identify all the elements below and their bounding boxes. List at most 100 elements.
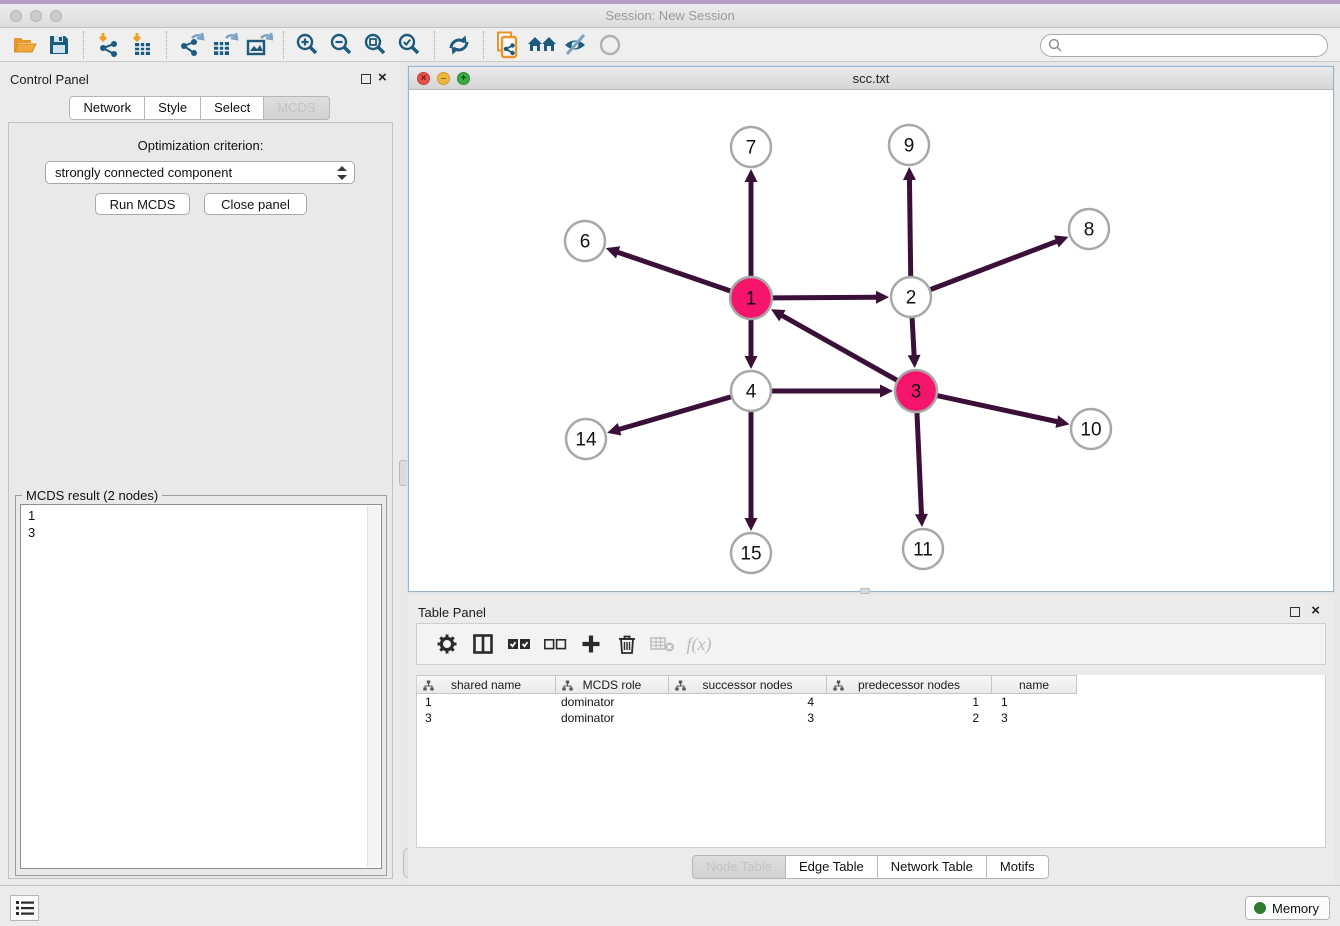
delete-column-icon <box>645 627 681 661</box>
apply-layout-icon[interactable] <box>442 30 476 60</box>
network-window-title: scc.txt <box>409 71 1333 86</box>
network-window-titlebar[interactable]: scc.txt <box>409 67 1333 90</box>
control-panel-title: Control Panel <box>10 72 89 87</box>
tab-network-table[interactable]: Network Table <box>877 855 987 879</box>
toolbar-separator <box>166 31 167 59</box>
clone-network-icon[interactable] <box>491 30 525 60</box>
table-panel-title: Table Panel <box>418 605 486 620</box>
column-header-shared-name[interactable]: shared name <box>417 675 556 694</box>
graph-edge-3-10[interactable] <box>937 396 1058 422</box>
tab-style[interactable]: Style <box>144 96 201 120</box>
graph-edge-1-6[interactable] <box>616 252 730 291</box>
panel-splitter-handle[interactable] <box>399 460 408 486</box>
mcds-result-group: MCDS result (2 nodes) 1 3 <box>15 495 387 876</box>
graph-node-label: 10 <box>1080 420 1101 441</box>
memory-button[interactable]: Memory <box>1245 896 1330 920</box>
column-type-icon <box>562 680 573 691</box>
graph-edge-2-3[interactable] <box>912 318 914 357</box>
search-box[interactable] <box>1040 34 1328 57</box>
control-panel-close-icon[interactable]: × <box>378 73 387 83</box>
column-header-predecessor-nodes[interactable]: predecessor nodes <box>827 675 992 694</box>
first-neighbors-icon[interactable] <box>525 30 559 60</box>
graph-node-label: 4 <box>746 382 757 403</box>
graph-edge-1-2[interactable] <box>773 297 878 298</box>
column-type-icon <box>423 680 434 691</box>
graph-edge-arrowhead <box>915 514 928 527</box>
graph-edge-arrowhead <box>903 167 916 180</box>
graph-node-label: 6 <box>580 232 591 253</box>
import-network-icon[interactable] <box>91 30 125 60</box>
task-history-button[interactable] <box>10 895 39 921</box>
mcds-tab-content: Optimization criterion: strongly connect… <box>8 122 393 879</box>
network-graph[interactable]: 7968124314101511 <box>409 90 1333 591</box>
mcds-result-title: MCDS result (2 nodes) <box>22 488 162 503</box>
run-mcds-button[interactable]: Run MCDS <box>95 193 190 215</box>
close-panel-button[interactable]: Close panel <box>204 193 307 215</box>
export-table-icon[interactable] <box>208 30 242 60</box>
zoom-fit-icon[interactable] <box>359 30 393 60</box>
column-type-icon <box>675 680 686 691</box>
tab-edge-table[interactable]: Edge Table <box>785 855 878 879</box>
result-line: 1 <box>28 507 381 524</box>
graph-edge-2-9[interactable] <box>909 178 910 276</box>
criterion-select[interactable]: strongly connected component <box>45 161 355 184</box>
graph-edge-arrowhead <box>606 246 620 258</box>
toolbar-separator <box>83 31 84 59</box>
function-builder-icon: f(x) <box>681 627 717 661</box>
graph-edge-3-1[interactable] <box>781 315 897 381</box>
graph-edge-4-14[interactable] <box>618 397 731 430</box>
add-row-icon[interactable] <box>573 627 609 661</box>
deselect-all-icon[interactable] <box>537 627 573 661</box>
graph-node-label: 15 <box>740 544 761 565</box>
select-all-icon[interactable] <box>501 627 537 661</box>
graph-node-label: 7 <box>746 138 757 159</box>
list-icon <box>16 901 34 915</box>
result-scrollbar[interactable] <box>367 506 380 867</box>
tab-select[interactable]: Select <box>200 96 264 120</box>
control-panel-float-icon[interactable] <box>361 74 371 84</box>
table-panel: Table Panel × <box>408 595 1334 885</box>
tab-mcds[interactable]: MCDS <box>263 96 329 120</box>
node-table: shared name MCDS role successor nodes pr… <box>416 675 1326 848</box>
show-all-icon <box>593 30 627 60</box>
zoom-in-icon[interactable] <box>291 30 325 60</box>
hide-selected-icon[interactable] <box>559 30 593 60</box>
table-panel-float-icon[interactable] <box>1290 607 1300 617</box>
graph-node-label: 2 <box>906 288 917 309</box>
graph-edge-arrowhead <box>607 423 621 435</box>
network-splitter-handle[interactable] <box>860 588 870 594</box>
table-row[interactable]: 1 dominator 4 1 1 <box>417 694 1325 710</box>
export-image-icon[interactable] <box>242 30 276 60</box>
graph-edge-arrowhead <box>880 385 893 398</box>
optimization-criterion-label: Optimization criterion: <box>9 138 392 153</box>
import-table-icon[interactable] <box>125 30 159 60</box>
graph-edge-arrowhead <box>876 291 889 304</box>
mcds-result-list[interactable]: 1 3 <box>20 504 382 869</box>
table-toolbar: f(x) <box>416 623 1326 665</box>
column-header-mcds-role[interactable]: MCDS role <box>556 675 669 694</box>
column-header-successor-nodes[interactable]: successor nodes <box>669 675 827 694</box>
zoom-selected-icon[interactable] <box>393 30 427 60</box>
application-window: Session: New Session <box>0 0 1340 926</box>
delete-row-icon[interactable] <box>609 627 645 661</box>
graph-edge-2-8[interactable] <box>931 241 1059 290</box>
zoom-out-icon[interactable] <box>325 30 359 60</box>
column-header-name[interactable]: name <box>992 675 1077 694</box>
export-network-icon[interactable] <box>174 30 208 60</box>
toolbar-separator <box>434 31 435 59</box>
tab-motifs[interactable]: Motifs <box>986 855 1049 879</box>
table-settings-icon[interactable] <box>429 627 465 661</box>
split-columns-icon[interactable] <box>465 627 501 661</box>
save-session-icon[interactable] <box>42 30 76 60</box>
graph-edge-3-11[interactable] <box>917 413 922 516</box>
tab-node-table[interactable]: Node Table <box>692 855 786 879</box>
open-file-icon[interactable] <box>8 30 42 60</box>
graph-node-label: 9 <box>904 136 915 157</box>
table-panel-close-icon[interactable]: × <box>1311 606 1320 616</box>
search-input[interactable] <box>1063 39 1327 53</box>
status-bar: Memory <box>0 885 1340 926</box>
table-row[interactable]: 3 dominator 3 2 3 <box>417 710 1325 726</box>
search-icon <box>1048 38 1063 53</box>
tab-network[interactable]: Network <box>69 96 145 120</box>
table-header-row: shared name MCDS role successor nodes pr… <box>417 675 1325 694</box>
